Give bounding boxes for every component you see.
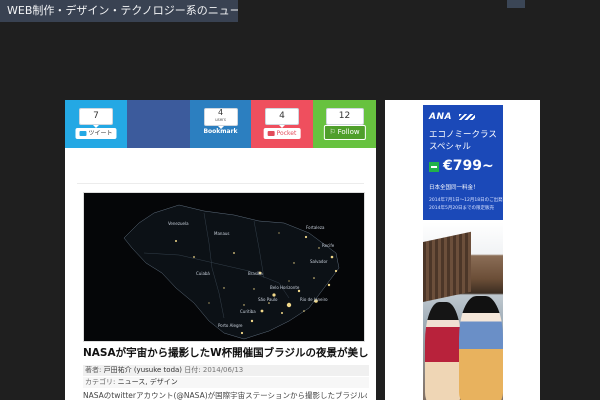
feedly-follow-label[interactable]: ⚐ Follow (323, 125, 366, 140)
article-image-brazil-night[interactable]: Venezuela Fortaleza Manaus Recife Cuiabá… (83, 192, 365, 342)
map-label-recife: Recife (322, 243, 335, 248)
feedly-follow-button[interactable]: 12 ⚐ Follow (313, 100, 376, 148)
map-label-curitiba: Curitiba (240, 309, 256, 314)
twitter-icon (79, 131, 87, 136)
feedly-label: Follow (337, 128, 360, 136)
author-label: 著者: (85, 366, 102, 374)
hatena-bookmark-button[interactable]: 4 users Bookmark (190, 100, 251, 148)
hatena-label: Bookmark (203, 128, 238, 135)
feedly-count: 12 (325, 108, 364, 128)
maiko-figure-left (425, 302, 461, 400)
map-label-rio: Rio de Janeiro (300, 297, 328, 302)
hatena-count: 4 users (203, 108, 238, 129)
pocket-save-button[interactable]: Pocket (263, 128, 301, 139)
post-meta-categories: カテゴリ: ニュース, デザイン (83, 377, 369, 388)
post-meta-author-date: 著者: 戸田祐介 (yusuke toda) 日付: 2014/06/13 (83, 365, 369, 376)
map-label-manaus: Manaus (214, 231, 230, 236)
ana-stripes-icon (459, 114, 475, 120)
pocket-share-button[interactable]: 4 Pocket (251, 100, 313, 148)
date-label: 日付: (184, 366, 201, 374)
pocket-icon (267, 131, 275, 136)
hatena-count-unit: users (215, 117, 226, 122)
map-label-belo-horizonte: Belo Horizonte (270, 285, 300, 290)
site-title[interactable]: WEB制作・デザイン・テクノロジー系のニュースとノウハウのブログ (0, 0, 238, 22)
kyoto-maiko-ad-image[interactable] (423, 222, 503, 400)
header-corner-button[interactable] (507, 0, 525, 8)
pocket-label: Pocket (276, 130, 297, 137)
author-link[interactable]: 戸田祐介 (yusuke toda) (104, 366, 182, 374)
post-excerpt: NASAのtwitterアカウント(@NASA)が国際宇宙ステーションから撮影し… (83, 391, 367, 400)
map-label-venezuela: Venezuela (168, 221, 189, 226)
pocket-count: 4 (265, 108, 299, 128)
ad-line-3: 日本全国同一料金！ (429, 185, 479, 191)
map-label-fortaleza: Fortaleza (306, 225, 325, 230)
twitter-count: 7 (79, 108, 113, 128)
map-label-salvador: Salvador (310, 259, 328, 264)
ad-price: €799~ (443, 158, 494, 174)
map-label-brasilia: Brasília (248, 271, 263, 276)
ana-ad-banner[interactable]: ANA エコノミークラス スペシャル €799~ 日本全国同一料金！ 2014年… (423, 105, 503, 220)
post-title-link[interactable]: NASAが宇宙から撮影したW杯開催国ブラジルの夜景が美しすぎる (83, 346, 368, 360)
main-content: 7 ツイート 4 users Bookmark 4 Pocket 12 ⚐ Fol… (65, 100, 376, 400)
map-label-sao-paulo: São Paulo (258, 297, 278, 302)
category-links[interactable]: ニュース, デザイン (118, 378, 178, 386)
twitter-share-button[interactable]: 7 ツイート (65, 100, 127, 148)
minus-icon (429, 162, 439, 172)
ad-line-4: 2014年7月1日～12月18日のご出発 (429, 198, 503, 203)
twitter-label: ツイート (88, 130, 113, 137)
ana-logo: ANA (429, 112, 452, 122)
ad-line-2: スペシャル (429, 142, 471, 152)
ad-line-5: 2014年5月20日までの限定販売 (429, 206, 495, 211)
maiko-figure-right (459, 296, 503, 400)
share-bar: 7 ツイート 4 users Bookmark 4 Pocket 12 ⚐ Fol… (65, 100, 376, 148)
map-label-cuiaba: Cuiabá (196, 271, 210, 276)
hatena-count-value: 4 (217, 108, 224, 117)
rss-icon: ⚐ (329, 128, 336, 136)
facebook-share-button[interactable] (127, 100, 190, 148)
twitter-tweet-button[interactable]: ツイート (75, 128, 117, 139)
post-date: 2014/06/13 (202, 366, 244, 374)
category-label: カテゴリ: (85, 378, 116, 386)
divider (77, 183, 364, 184)
roof-illustration (423, 231, 471, 302)
map-label-porto-alegre: Porto Alegre (218, 323, 243, 328)
ad-line-1: エコノミークラス (429, 130, 497, 140)
brazil-night-map (123, 204, 340, 340)
sidebar: ANA エコノミークラス スペシャル €799~ 日本全国同一料金！ 2014年… (385, 100, 540, 400)
